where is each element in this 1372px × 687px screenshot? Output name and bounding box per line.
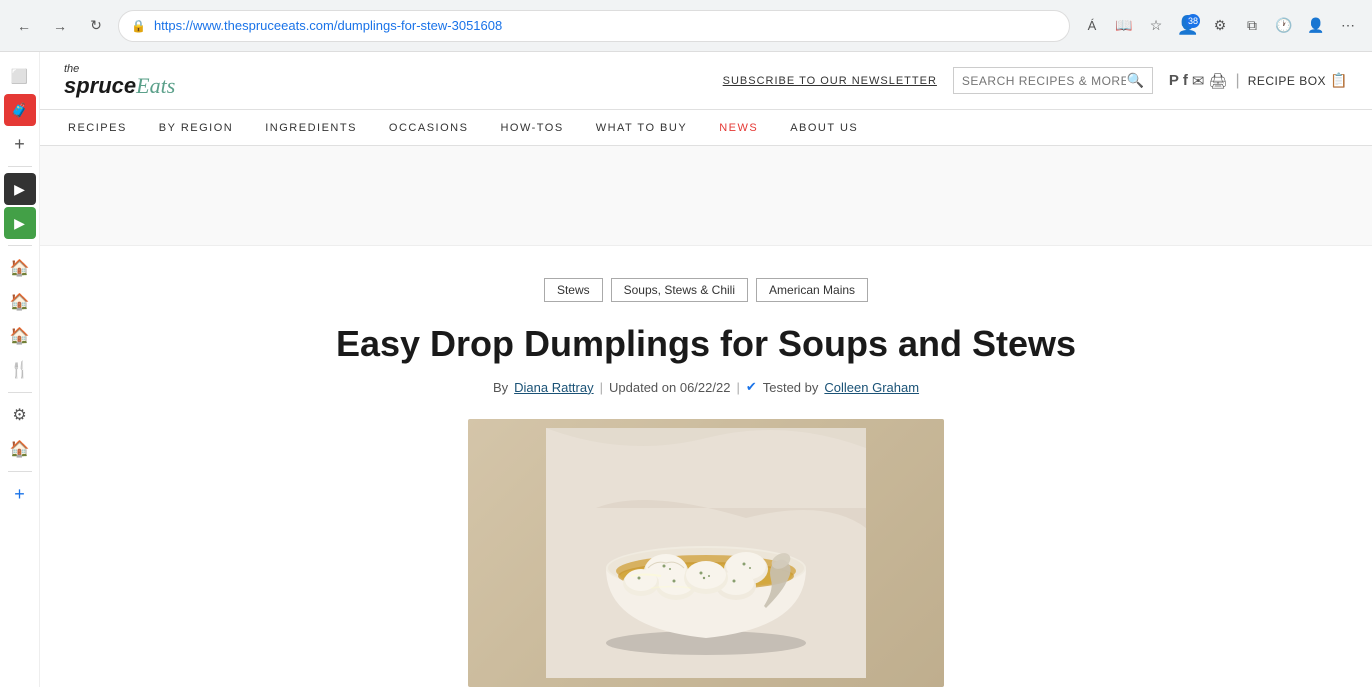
nav-occasions[interactable]: OCCASIONS bbox=[385, 110, 473, 146]
sidebar-bag-button[interactable]: 🧳 bbox=[4, 94, 36, 126]
url-text: https://www.thespruceeats.com/dumplings-… bbox=[154, 18, 1057, 33]
ad-banner bbox=[40, 146, 1372, 246]
back-button[interactable]: ← bbox=[10, 12, 38, 40]
tag-stews[interactable]: Stews bbox=[544, 278, 603, 302]
nav-recipes[interactable]: RECIPES bbox=[64, 110, 131, 146]
search-input[interactable] bbox=[962, 74, 1127, 88]
refresh-button[interactable]: ↻ bbox=[82, 12, 110, 40]
browser-chrome: ← → ↻ 🔒 https://www.thespruceeats.com/du… bbox=[0, 0, 1372, 52]
lock-icon: 🔒 bbox=[131, 19, 146, 33]
search-box[interactable]: 🔍 bbox=[953, 67, 1153, 94]
forward-button[interactable]: → bbox=[46, 12, 74, 40]
nav-how-tos[interactable]: HOW-TOS bbox=[496, 110, 567, 146]
sidebar-play-button[interactable]: ▶ bbox=[4, 173, 36, 205]
notification-badge: 38 bbox=[1186, 14, 1200, 28]
extensions-button[interactable]: ⚙ bbox=[1206, 12, 1234, 40]
sidebar-divider-4 bbox=[8, 471, 32, 472]
by-label: By bbox=[493, 380, 508, 395]
hero-image bbox=[468, 419, 944, 687]
sidebar-home4-button[interactable]: 🏠 bbox=[4, 433, 36, 465]
tested-label: Tested by bbox=[763, 380, 819, 395]
sidebar-divider-1 bbox=[8, 166, 32, 167]
recipe-box-button[interactable]: RECIPE BOX 📋 bbox=[1248, 72, 1348, 89]
header-right: SUBSCRIBE TO OUR NEWSLETTER 🔍 P f ✉ 🖨 | … bbox=[723, 67, 1348, 94]
tag-soups-stews-chili[interactable]: Soups, Stews & Chili bbox=[611, 278, 748, 302]
site-logo[interactable]: the spruce Eats bbox=[64, 64, 175, 97]
print-icon[interactable]: 🖨 bbox=[1209, 72, 1228, 90]
site-nav: RECIPES BY REGION INGREDIENTS OCCASIONS … bbox=[40, 110, 1372, 146]
immersive-reader-button[interactable]: 📖 bbox=[1110, 12, 1138, 40]
author-separator2: | bbox=[736, 380, 739, 395]
author-name-link[interactable]: Diana Rattray bbox=[514, 380, 593, 395]
site-header: the spruce Eats SUBSCRIBE TO OUR NEWSLET… bbox=[40, 52, 1372, 110]
profile-button[interactable]: 👤 38 bbox=[1174, 12, 1202, 40]
sidebar-gear-button[interactable]: ⚙ bbox=[4, 399, 36, 431]
sidebar-tab-button[interactable]: ⬜ bbox=[4, 60, 36, 92]
logo-eats: Eats bbox=[136, 75, 175, 97]
check-icon: ✔ bbox=[746, 379, 757, 395]
favorites-button[interactable]: ☆ bbox=[1142, 12, 1170, 40]
logo-spruce: spruce bbox=[64, 75, 136, 97]
article-area: Stews Soups, Stews & Chili American Main… bbox=[276, 246, 1136, 687]
author-line: By Diana Rattray | Updated on 06/22/22 |… bbox=[300, 379, 1112, 395]
email-icon[interactable]: ✉ bbox=[1192, 72, 1205, 90]
collections-button[interactable]: ⧉ bbox=[1238, 12, 1266, 40]
pinterest-icon[interactable]: P bbox=[1169, 72, 1179, 89]
nav-by-region[interactable]: BY REGION bbox=[155, 110, 237, 146]
facebook-icon[interactable]: f bbox=[1183, 72, 1188, 89]
sidebar-home2-button[interactable]: 🏠 bbox=[4, 286, 36, 318]
header-actions: P f ✉ 🖨 | RECIPE BOX 📋 bbox=[1169, 72, 1348, 90]
nav-news[interactable]: NEWS bbox=[715, 110, 762, 146]
nav-ingredients[interactable]: INGREDIENTS bbox=[261, 110, 361, 146]
bowl-illustration bbox=[546, 428, 866, 678]
nav-about-us[interactable]: ABOUT US bbox=[786, 110, 862, 146]
search-icon: 🔍 bbox=[1126, 72, 1143, 89]
sidebar: ⬜ 🧳 + ▶ ▶ 🏠 🏠 🏠 🍴 ⚙ 🏠 + bbox=[0, 52, 40, 687]
main-content: the spruce Eats SUBSCRIBE TO OUR NEWSLET… bbox=[40, 52, 1372, 687]
sidebar-add-button[interactable]: + bbox=[4, 128, 36, 160]
read-aloud-button[interactable]: Á bbox=[1078, 12, 1106, 40]
breadcrumb-tags: Stews Soups, Stews & Chili American Main… bbox=[300, 278, 1112, 302]
sidebar-plus-button[interactable]: + bbox=[4, 478, 36, 510]
newsletter-link[interactable]: SUBSCRIBE TO OUR NEWSLETTER bbox=[723, 75, 937, 87]
address-bar[interactable]: 🔒 https://www.thespruceeats.com/dumpling… bbox=[118, 10, 1070, 42]
browser-toolbar-right: Á 📖 ☆ 👤 38 ⚙ ⧉ 🕐 👤 ⋯ bbox=[1078, 12, 1362, 40]
author-separator: | bbox=[600, 380, 603, 395]
recipe-box-icon: 📋 bbox=[1330, 72, 1348, 89]
sidebar-home3-button[interactable]: 🏠 bbox=[4, 320, 36, 352]
tester-name-link[interactable]: Colleen Graham bbox=[824, 380, 919, 395]
recipe-box-label: RECIPE BOX bbox=[1248, 74, 1326, 88]
nav-what-to-buy[interactable]: WHAT TO BUY bbox=[592, 110, 691, 146]
history-button[interactable]: 🕐 bbox=[1270, 12, 1298, 40]
hero-image-bg bbox=[468, 419, 944, 687]
article-title: Easy Drop Dumplings for Soups and Stews bbox=[300, 322, 1112, 365]
sidebar-divider-2 bbox=[8, 245, 32, 246]
account-button[interactable]: 👤 bbox=[1302, 12, 1330, 40]
sidebar-home1-button[interactable]: 🏠 bbox=[4, 252, 36, 284]
sidebar-divider-3 bbox=[8, 392, 32, 393]
menu-button[interactable]: ⋯ bbox=[1334, 12, 1362, 40]
sidebar-fork-button[interactable]: 🍴 bbox=[4, 354, 36, 386]
tag-american-mains[interactable]: American Mains bbox=[756, 278, 868, 302]
updated-date: Updated on 06/22/22 bbox=[609, 380, 730, 395]
sidebar-play2-button[interactable]: ▶ bbox=[4, 207, 36, 239]
